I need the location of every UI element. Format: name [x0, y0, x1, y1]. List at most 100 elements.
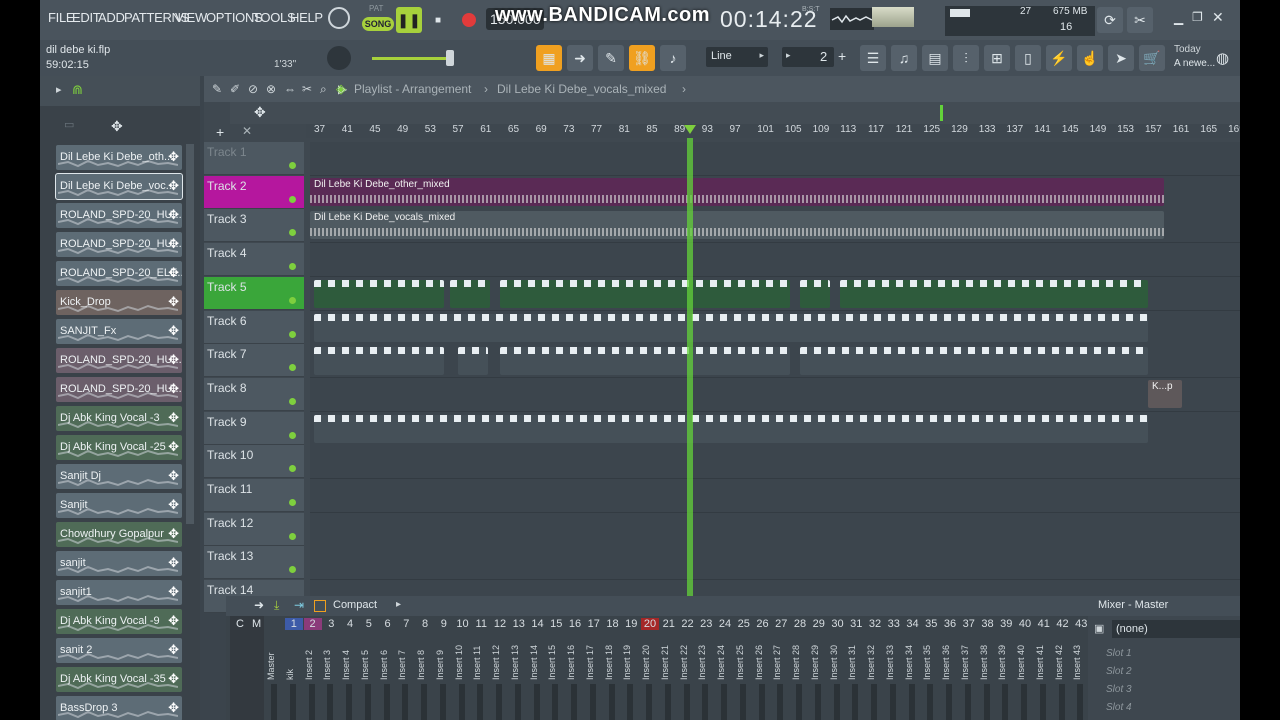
- pattern-clip[interactable]: [314, 414, 1148, 443]
- pattern-clip[interactable]: [450, 279, 490, 308]
- track-mute-led[interactable]: [289, 229, 296, 237]
- mixer-channel-name[interactable]: Insert 39: [997, 640, 1015, 680]
- mixer-fader-track[interactable]: [271, 684, 277, 720]
- browser-item[interactable]: Sanjit ✥: [56, 493, 182, 518]
- shop-button[interactable]: 🛒: [1139, 45, 1165, 71]
- playlist-toggle-icon[interactable]: ◈: [336, 81, 346, 97]
- menu-help[interactable]: HELP: [290, 10, 323, 25]
- track-lane[interactable]: K...p: [310, 377, 1240, 412]
- track-mute-led[interactable]: [289, 364, 296, 372]
- mixer-channel-name[interactable]: Insert 7: [397, 640, 415, 680]
- track-header[interactable]: Track 9: [204, 411, 304, 445]
- track-lane[interactable]: Dil Lebe Ki Debe_other_mixed: [310, 175, 1240, 210]
- browser-item[interactable]: Sanjit Dj ✥: [56, 464, 182, 489]
- mixer-fader-track[interactable]: [796, 684, 802, 720]
- browser-item[interactable]: Dil Lebe Ki Debe_oth... ✥: [56, 145, 182, 170]
- track-mute-led[interactable]: [289, 397, 296, 405]
- drag-handle-icon[interactable]: ✥: [168, 468, 179, 484]
- mixer-channel-name[interactable]: Insert 16: [566, 640, 584, 680]
- browser-item[interactable]: Chowdhury Gopalpur ✥: [56, 522, 182, 547]
- mixer-fader-track[interactable]: [1002, 684, 1009, 720]
- mixer-download-icon[interactable]: ⤓: [274, 598, 279, 613]
- snap-selector[interactable]: Line ▸: [706, 47, 768, 67]
- mixer-channel-name[interactable]: kik: [285, 640, 303, 680]
- track-header[interactable]: Track 5: [204, 276, 304, 310]
- pattern-clip[interactable]: [500, 347, 790, 376]
- delete-tool-icon[interactable]: ⊘: [248, 82, 258, 96]
- mixer-channel-name[interactable]: Insert 32: [866, 640, 884, 680]
- drag-handle-icon[interactable]: ✥: [168, 642, 179, 658]
- mixer-channel-name[interactable]: Insert 8: [416, 640, 434, 680]
- browser-item[interactable]: sanjit1 ✥: [56, 580, 182, 605]
- track-header[interactable]: Track 10: [204, 445, 304, 479]
- draw-button[interactable]: ✎: [598, 45, 624, 71]
- mixer-fader-track[interactable]: [402, 684, 409, 720]
- browser-item[interactable]: Dj Abk King Vocal -3 ✥: [56, 406, 182, 431]
- mixer-fader-track[interactable]: [608, 684, 615, 720]
- track-mute-led[interactable]: [289, 566, 296, 574]
- track-header[interactable]: Track 4: [204, 243, 304, 277]
- mixer-fader-track[interactable]: [702, 684, 709, 720]
- mixer-fader-track[interactable]: [627, 684, 634, 720]
- mixer-channel-name[interactable]: Insert 34: [904, 640, 922, 680]
- pattern-clip[interactable]: [500, 279, 790, 308]
- fx-slot-2[interactable]: Slot 2: [1106, 666, 1132, 677]
- fx-slot-4[interactable]: Slot 4: [1106, 702, 1132, 713]
- mixer-channel-name[interactable]: Insert 24: [716, 640, 734, 680]
- track-mute-led[interactable]: [289, 162, 296, 169]
- mixer-channel-name[interactable]: Insert 41: [1035, 640, 1053, 680]
- kick-clip[interactable]: K...p: [1148, 379, 1182, 408]
- mixer-fader-track[interactable]: [571, 684, 577, 720]
- mixer-fader-track[interactable]: [889, 684, 896, 720]
- mixer-channel-name[interactable]: Insert 31: [847, 640, 865, 680]
- drag-handle-icon[interactable]: ✥: [168, 410, 179, 426]
- overview-bar[interactable]: [230, 102, 1240, 124]
- remove-icon[interactable]: ✕: [242, 124, 252, 138]
- mixer-fader-track[interactable]: [1058, 684, 1065, 720]
- add-pattern-icon[interactable]: +: [838, 48, 846, 64]
- link-button[interactable]: ⛓: [629, 45, 655, 71]
- mixer-view-label[interactable]: Compact: [333, 599, 377, 611]
- track-header[interactable]: Track 6: [204, 310, 304, 344]
- mixer-fader-track[interactable]: [908, 684, 915, 720]
- pause-button[interactable]: ❚❚: [396, 7, 422, 33]
- timeline-ruler[interactable]: 37 41 45 49 53 57 61 65 69 73 77 81 85 89 93 97 101 105 10…: [306, 124, 1240, 138]
- browser-item[interactable]: sanit 2 ✥: [56, 638, 182, 663]
- pattern-clip[interactable]: [800, 347, 1148, 376]
- mixer-channel-name[interactable]: Insert 2: [304, 640, 322, 680]
- mixer-channel-name[interactable]: Insert 13: [510, 640, 528, 680]
- track-header[interactable]: Track 13: [204, 546, 304, 580]
- menu-edit[interactable]: EDIT: [72, 10, 101, 25]
- slip-tool-icon[interactable]: ⇔: [284, 82, 296, 96]
- drag-handle-icon[interactable]: ✥: [168, 352, 179, 368]
- move-icon[interactable]: ✥: [254, 104, 266, 121]
- mixer-fader-track[interactable]: [739, 684, 746, 720]
- track-header[interactable]: Track 3: [204, 209, 304, 243]
- pat-song-switch[interactable]: PAT SONG: [362, 4, 394, 34]
- mixer-channel-name[interactable]: Insert 12: [491, 640, 509, 680]
- collapse-icon[interactable]: ▭: [64, 118, 74, 131]
- mixer-fader-track[interactable]: [646, 684, 652, 720]
- arrow-button[interactable]: ➜: [567, 45, 593, 71]
- record-button[interactable]: [456, 7, 482, 33]
- drag-handle-icon[interactable]: ✥: [168, 381, 179, 397]
- menu-tools[interactable]: TOOLS: [253, 10, 296, 25]
- arrow-icon[interactable]: ▸: [56, 83, 62, 96]
- mixer-channel-name[interactable]: Insert 29: [810, 640, 828, 680]
- mixer-channel-name[interactable]: Insert 20: [641, 640, 659, 680]
- track-lane[interactable]: [310, 479, 1240, 513]
- browser-item[interactable]: Dj Abk King Vocal -35 ✥: [56, 667, 182, 692]
- master-volume-knob[interactable]: [328, 7, 350, 29]
- track-lane[interactable]: [310, 512, 1240, 547]
- drag-handle-icon[interactable]: ✥: [168, 439, 179, 455]
- audio-clip[interactable]: Dil Lebe Ki Debe_other_mixed: [310, 177, 1164, 206]
- browser-item[interactable]: BassDrop 3 ✥: [56, 696, 182, 720]
- pattern-clip[interactable]: [314, 279, 444, 308]
- mixer-fader-track[interactable]: [439, 684, 446, 720]
- drag-handle-icon[interactable]: ✥: [168, 613, 179, 629]
- mixer-fader-track[interactable]: [477, 684, 484, 720]
- track-mute-led[interactable]: [289, 296, 296, 304]
- track-mute-led[interactable]: [289, 195, 296, 203]
- mixer-channel-name[interactable]: Insert 27: [772, 640, 790, 680]
- drag-handle-icon[interactable]: ✥: [168, 700, 179, 716]
